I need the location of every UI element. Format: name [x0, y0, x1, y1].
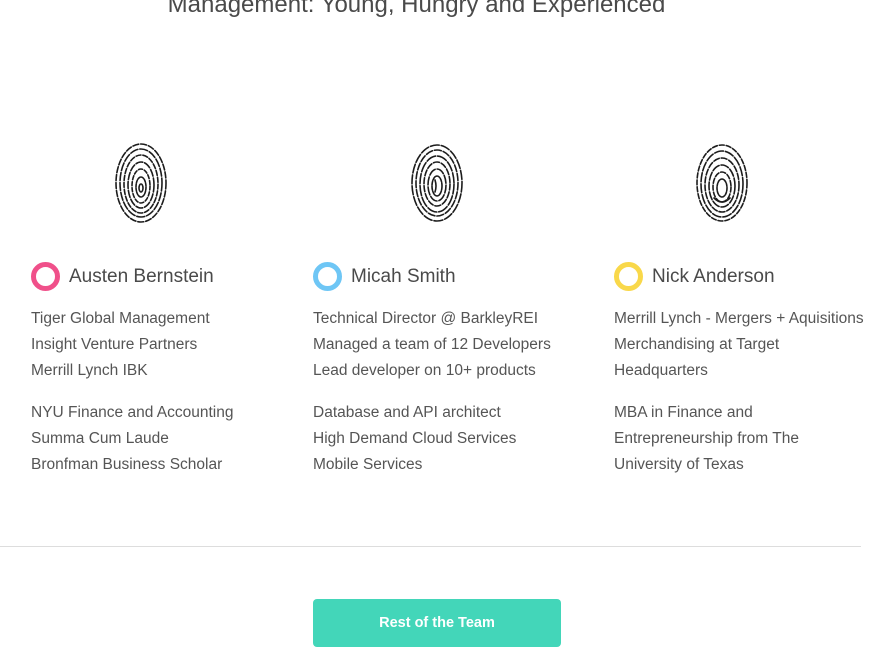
education-item: Entrepreneurship from The — [614, 430, 799, 447]
circle-ring-icon — [31, 262, 60, 291]
fingerprint-icon — [411, 144, 463, 222]
fingerprint-icon — [115, 143, 167, 223]
member-education-list: MBA in Finance and Entrepreneurship from… — [614, 400, 799, 478]
member-education-list: Database and API architect High Demand C… — [313, 400, 516, 478]
team-page: Management: Young, Hungry and Experience… — [0, 0, 880, 647]
member-experience-list: Merrill Lynch - Mergers + Aquisitions Me… — [614, 306, 864, 384]
experience-item: Merchandising at Target — [614, 336, 780, 353]
member-education-list: NYU Finance and Accounting Summa Cum Lau… — [31, 400, 233, 478]
member-name: Micah Smith — [351, 265, 456, 287]
experience-item: Managed a team of 12 Developers — [313, 336, 551, 353]
education-item: Mobile Services — [313, 456, 423, 473]
section-divider — [0, 546, 861, 547]
circle-ring-icon — [313, 262, 342, 291]
experience-item: Lead developer on 10+ products — [313, 362, 536, 379]
experience-item: Insight Venture Partners — [31, 336, 198, 353]
circle-ring-icon — [614, 262, 643, 291]
education-item: MBA in Finance and — [614, 404, 753, 421]
experience-item: Technical Director @ BarkleyREI — [313, 310, 539, 327]
experience-item: Tiger Global Management — [31, 310, 210, 327]
member-name: Nick Anderson — [652, 265, 775, 287]
member-experience-list: Tiger Global Management Insight Venture … — [31, 306, 210, 384]
member-experience-list: Technical Director @ BarkleyREI Managed … — [313, 306, 551, 384]
section-title: Management: Young, Hungry and Experience… — [167, 0, 666, 18]
education-item: Bronfman Business Scholar — [31, 456, 223, 473]
experience-item: Headquarters — [614, 362, 708, 379]
fingerprint-icon — [696, 144, 748, 222]
experience-item: Merrill Lynch IBK — [31, 362, 148, 379]
education-item: NYU Finance and Accounting — [31, 404, 234, 421]
education-item: High Demand Cloud Services — [313, 430, 517, 447]
experience-item: Merrill Lynch - Mergers + Aquisitions — [614, 310, 864, 327]
member-name: Austen Bernstein — [69, 265, 214, 287]
member-name-row: Austen Bernstein — [31, 262, 214, 291]
education-item: Summa Cum Laude — [31, 430, 169, 447]
member-name-row: Micah Smith — [313, 262, 456, 291]
education-item: Database and API architect — [313, 404, 501, 421]
member-name-row: Nick Anderson — [614, 262, 775, 291]
education-item: University of Texas — [614, 456, 744, 473]
rest-of-team-button[interactable]: Rest of the Team — [313, 599, 561, 647]
